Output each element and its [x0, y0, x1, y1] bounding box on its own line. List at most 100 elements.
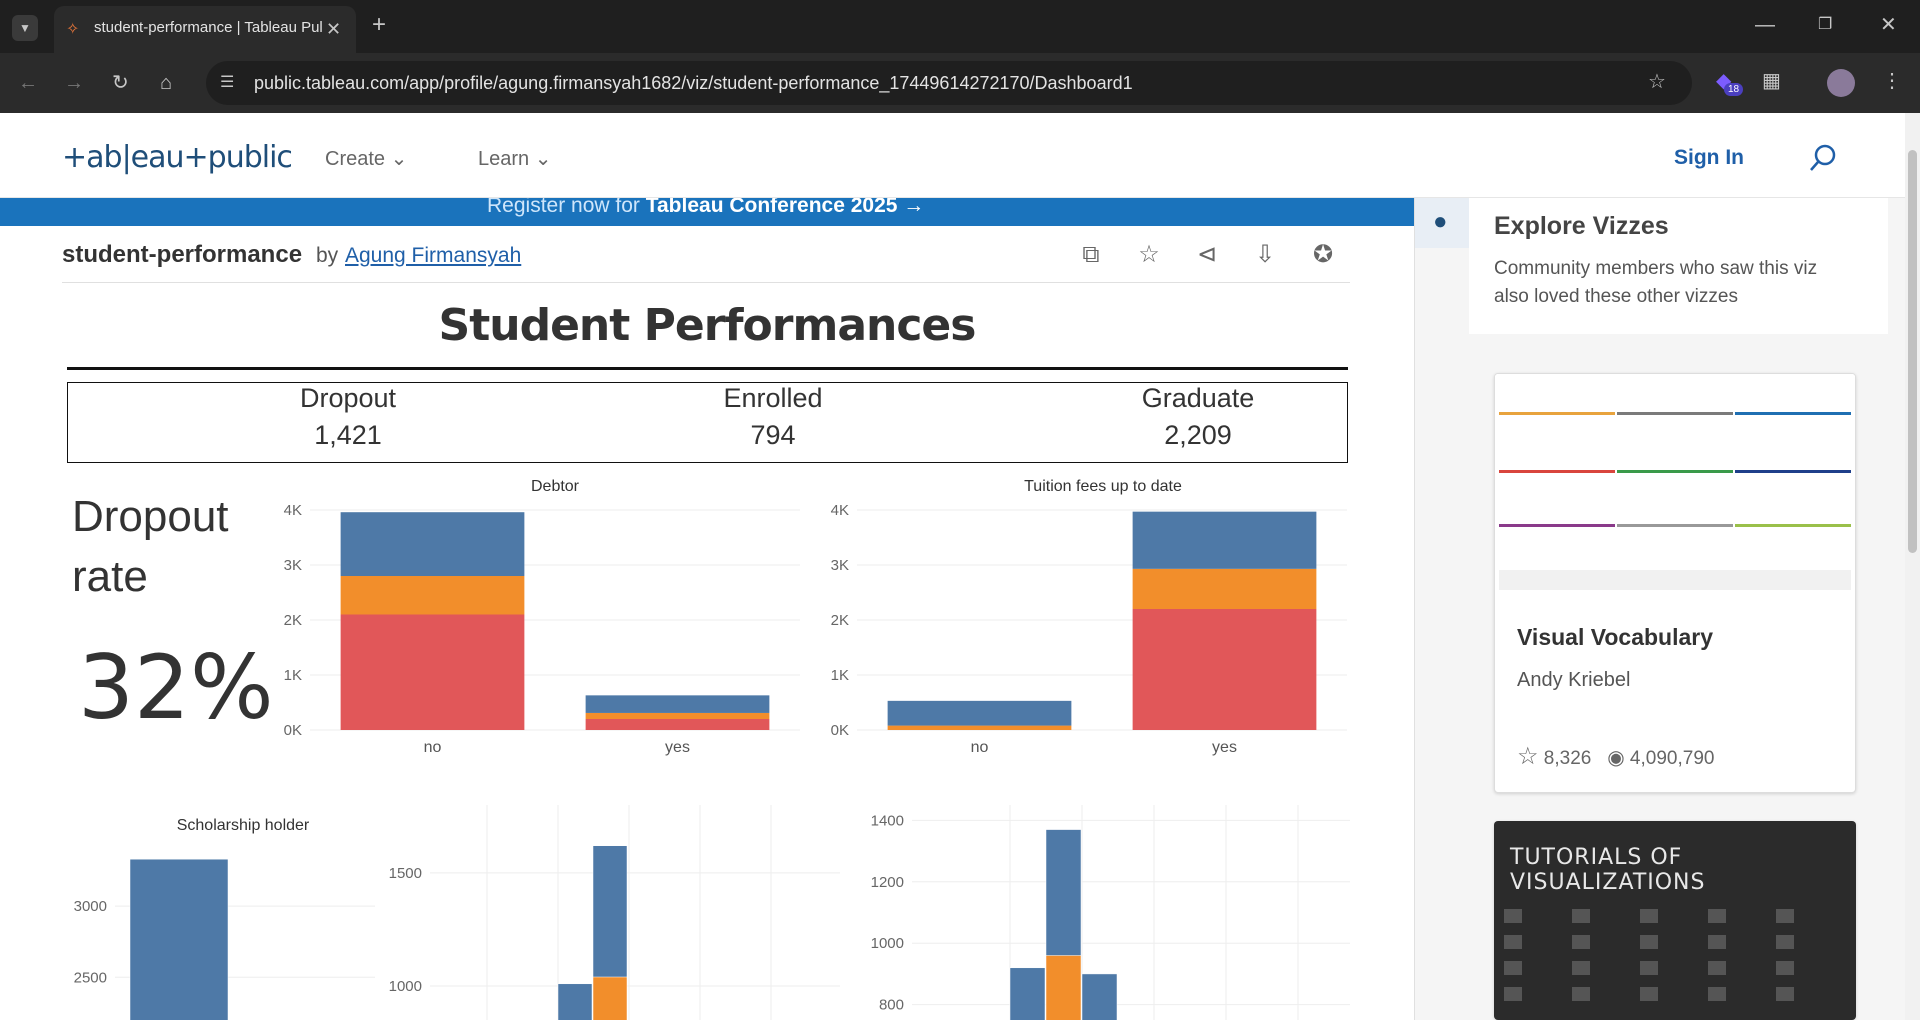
viz-author-link[interactable]: Agung Firmansyah: [345, 244, 521, 268]
viz-card-stats: ☆ 8,326 ◉ 4,090,790: [1517, 742, 1714, 771]
debtor-chart[interactable]: 0K 1K 2K 3K 4K no yes: [270, 495, 810, 765]
reload-icon[interactable]: ↻: [112, 73, 129, 93]
copy-icon[interactable]: ⧉: [1076, 240, 1106, 270]
bar-segment-graduate: [887, 700, 1072, 726]
profile-avatar[interactable]: [1827, 69, 1855, 97]
kpi-label: Dropout: [299, 383, 397, 413]
forward-icon[interactable]: →: [64, 73, 84, 93]
explore-title: Explore Vizzes: [1494, 212, 1669, 240]
kpi-dropout: Dropout 1,421: [198, 383, 498, 451]
browser-tabstrip: ▼ ✧ student-performance | Tableau Pul ✕ …: [0, 0, 1920, 53]
share-icon[interactable]: ⊲: [1192, 240, 1222, 270]
chart-title-tuition: Tuition fees up to date: [1024, 478, 1182, 495]
url-text[interactable]: public.tableau.com/app/profile/agung.fir…: [254, 73, 1133, 94]
tableau-public-header: +ab|eau+public Create ⌄ Learn ⌄ Sign In: [0, 113, 1905, 198]
y-tick-label: 1200: [871, 874, 904, 891]
x-tick-label: yes: [1212, 739, 1237, 756]
dashboard-title: Student Performances: [438, 300, 977, 351]
lightbulb-tab[interactable]: ●: [1415, 198, 1469, 248]
viz-card-tutorials[interactable]: TUTORIALS OF VISUALIZATIONS: [1494, 821, 1856, 1020]
y-tick-label: 2K: [831, 612, 849, 629]
y-tick-label: 3K: [284, 557, 302, 574]
y-tick-label: 4K: [284, 502, 302, 519]
banner-link[interactable]: Tableau Conference 2025 →: [646, 198, 925, 217]
bar-segment-dropout: [340, 614, 525, 730]
bar-segment-enrolled: [340, 576, 525, 615]
tab-search-icon[interactable]: ▼: [12, 15, 38, 41]
dropout-rate-value: 32%: [78, 636, 274, 739]
y-tick-label: 1400: [871, 812, 904, 829]
histogram-chart-b[interactable]: 800 1000 1200 1400: [860, 805, 1350, 1020]
viz-card-title[interactable]: Visual Vocabulary: [1517, 624, 1713, 651]
y-tick-label: 0K: [831, 722, 849, 739]
bar-segment-graduate: [340, 512, 525, 576]
browser-tab-active[interactable]: ✧ student-performance | Tableau Pul ✕: [54, 6, 356, 53]
bookmark-star-icon[interactable]: ☆: [1648, 72, 1666, 92]
y-tick-label: 2K: [284, 612, 302, 629]
viz-title: student-performance: [62, 241, 303, 268]
badge-icon[interactable]: ✪: [1308, 240, 1338, 270]
tutorials-thumbnail-grid: [1504, 909, 1794, 1001]
address-bar[interactable]: ☰ public.tableau.com/app/profile/agung.f…: [206, 61, 1692, 105]
bar-segment-enrolled: [585, 712, 770, 719]
viz-card-thumbnail: [1495, 374, 1855, 598]
tableau-public-logo[interactable]: +ab|eau+public: [62, 140, 293, 175]
viz-divider: [62, 282, 1350, 283]
nav-create[interactable]: Create ⌄: [325, 146, 407, 171]
extension-badge: 18: [1724, 83, 1744, 96]
bar-enrolled: [1045, 955, 1082, 1020]
tab-title: student-performance | Tableau Pul: [94, 19, 323, 36]
tuition-chart[interactable]: 0K 1K 2K 3K 4K no yes: [817, 495, 1357, 765]
y-tick-label: 3000: [74, 898, 107, 915]
banner-prefix: Register now for: [487, 198, 646, 217]
histogram-chart-a[interactable]: 1000 1500: [380, 805, 850, 1020]
close-tab-icon[interactable]: ✕: [326, 19, 341, 39]
minimize-icon[interactable]: —: [1755, 15, 1775, 35]
views-count: 4,090,790: [1629, 748, 1715, 769]
conference-banner[interactable]: Register now for Tableau Conference 2025…: [0, 198, 1414, 226]
y-tick-label: 4K: [831, 502, 849, 519]
scrollbar-thumb[interactable]: [1908, 150, 1917, 553]
bar-segment-graduate: [585, 695, 770, 713]
favorite-star-icon[interactable]: ☆: [1134, 240, 1164, 270]
viz-by: by: [316, 244, 339, 267]
kpi-box: Dropout 1,421 Enrolled 794 Graduate 2,20…: [67, 382, 1348, 463]
y-tick-label: 1000: [389, 978, 422, 995]
chevron-down-icon: ⌄: [390, 148, 408, 170]
x-tick-label: no: [424, 739, 442, 756]
tableau-favicon-icon: ✧: [66, 21, 80, 38]
nav-learn[interactable]: Learn ⌄: [478, 146, 551, 171]
close-window-icon[interactable]: ✕: [1880, 15, 1897, 35]
bar-graduate: [129, 858, 229, 1020]
download-icon[interactable]: ⇩: [1250, 240, 1280, 270]
viz-card[interactable]: Visual Vocabulary Andy Kriebel ☆ 8,326 ◉…: [1494, 373, 1856, 793]
kpi-enrolled: Enrolled 794: [623, 383, 923, 451]
menu-kebab-icon[interactable]: ⋮: [1882, 71, 1902, 91]
chart-title-scholarship: Scholarship holder: [176, 817, 310, 834]
search-icon[interactable]: [1808, 143, 1838, 178]
bar-segment-dropout: [585, 719, 770, 730]
kpi-label: Graduate: [1141, 383, 1255, 413]
dropout-rate-label: Dropout rate: [72, 492, 229, 601]
favorites-count: 8,326: [1543, 748, 1592, 769]
bar-graduate: [1009, 967, 1046, 1020]
viz-card-author[interactable]: Andy Kriebel: [1517, 669, 1630, 692]
back-icon[interactable]: ←: [18, 73, 38, 93]
new-tab-icon[interactable]: +: [372, 13, 386, 37]
sign-in-link[interactable]: Sign In: [1674, 146, 1744, 170]
page-scrollbar[interactable]: [1905, 113, 1920, 1020]
bar-enrolled: [592, 976, 628, 1020]
bar-graduate: [1081, 973, 1118, 1020]
home-icon[interactable]: ⌂: [160, 73, 172, 93]
extensions-puzzle-icon[interactable]: ▦: [1762, 71, 1781, 91]
site-info-icon[interactable]: ☰: [220, 73, 234, 93]
y-tick-label: 1K: [284, 667, 302, 684]
bar-segment-enrolled: [1132, 568, 1317, 609]
kpi-label: Enrolled: [723, 383, 823, 413]
banner-text: Register now for Tableau Conference 2025…: [487, 198, 924, 218]
restore-icon[interactable]: ❐: [1818, 15, 1832, 35]
scholarship-chart[interactable]: 2500 3000: [60, 835, 380, 1020]
y-tick-label: 1000: [871, 935, 904, 952]
title-rule: [67, 367, 1348, 370]
explore-subtitle: Community members who saw this viz also …: [1494, 258, 1818, 307]
